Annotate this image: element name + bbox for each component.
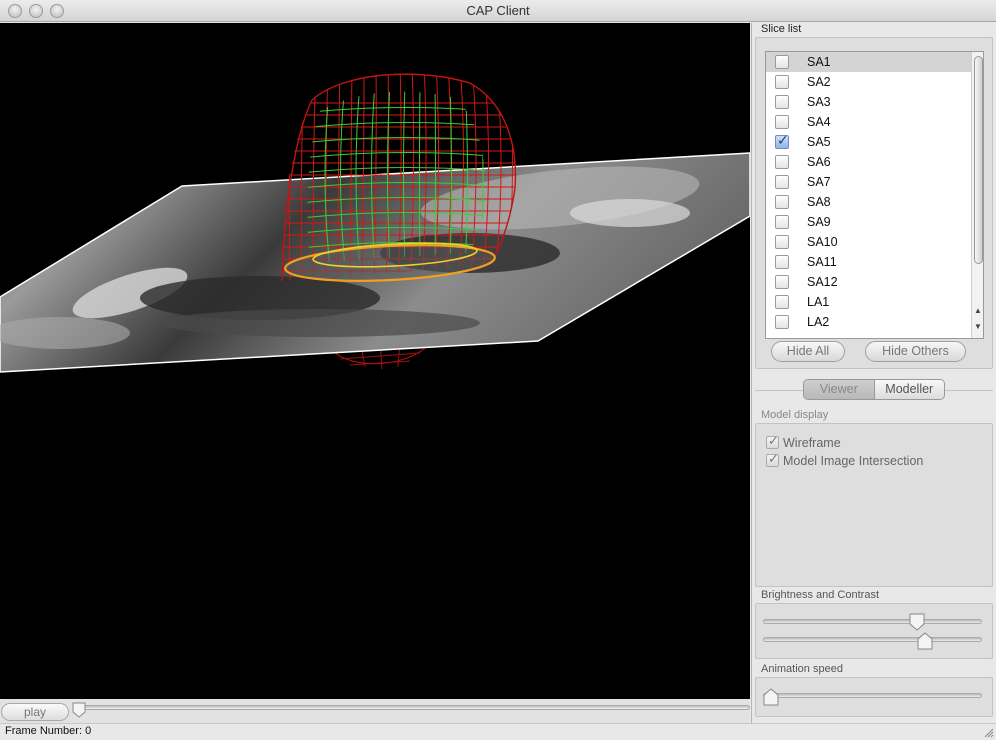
slice-list-item[interactable]: SA3 bbox=[766, 92, 971, 112]
window-title-bar: CAP Client bbox=[0, 0, 996, 22]
slice-list-item[interactable]: SA6 bbox=[766, 152, 971, 172]
slice-visibility-checkbox[interactable] bbox=[775, 295, 789, 309]
intersection-checkbox[interactable]: ✓ bbox=[766, 451, 779, 467]
brightness-contrast-group bbox=[755, 603, 993, 659]
slice-list-item[interactable]: LA2 bbox=[766, 312, 971, 332]
scroll-down-arrow-icon[interactable]: ▼ bbox=[974, 322, 982, 331]
intersection-option[interactable]: ✓ Model Image Intersection bbox=[766, 451, 924, 468]
tab-modeller[interactable]: Modeller bbox=[874, 380, 944, 399]
slice-visibility-checkbox[interactable] bbox=[775, 195, 789, 209]
mode-tabs: Viewer Modeller bbox=[803, 379, 945, 400]
slice-label: SA12 bbox=[807, 275, 838, 289]
slice-visibility-checkbox[interactable] bbox=[775, 275, 789, 289]
frame-number-label: Frame Number: 0 bbox=[5, 725, 92, 737]
slice-visibility-checkbox[interactable]: ✓ bbox=[775, 132, 789, 149]
slice-label: SA1 bbox=[807, 55, 831, 69]
3d-scene[interactable] bbox=[0, 23, 750, 699]
slice-visibility-checkbox[interactable] bbox=[775, 95, 789, 109]
intersection-label: Model Image Intersection bbox=[783, 454, 924, 468]
slice-list-item[interactable]: SA8 bbox=[766, 192, 971, 212]
slice-label: SA2 bbox=[807, 75, 831, 89]
slice-list-item[interactable]: SA7 bbox=[766, 172, 971, 192]
slice-label: SA7 bbox=[807, 175, 831, 189]
wireframe-checkbox[interactable]: ✓ bbox=[766, 433, 779, 449]
slice-visibility-checkbox[interactable] bbox=[775, 55, 789, 69]
brightness-slider-thumb[interactable] bbox=[909, 613, 925, 631]
3d-viewport[interactable] bbox=[0, 23, 750, 699]
slice-visibility-checkbox[interactable] bbox=[775, 75, 789, 89]
tab-viewer[interactable]: Viewer bbox=[804, 380, 875, 399]
slice-list-item[interactable]: SA11 bbox=[766, 252, 971, 272]
hide-all-button[interactable]: Hide All bbox=[771, 341, 845, 362]
slice-label: LA1 bbox=[807, 295, 830, 309]
brightness-slider-track[interactable] bbox=[763, 619, 982, 624]
slice-label: SA10 bbox=[807, 235, 838, 249]
slice-label: SA5 bbox=[807, 135, 831, 149]
animation-speed-title: Animation speed bbox=[761, 663, 843, 675]
slice-visibility-checkbox[interactable] bbox=[775, 235, 789, 249]
slice-list-item[interactable]: SA10 bbox=[766, 232, 971, 252]
slice-visibility-checkbox[interactable] bbox=[775, 175, 789, 189]
animation-speed-slider-track[interactable] bbox=[763, 693, 982, 698]
slice-label: SA8 bbox=[807, 195, 831, 209]
animation-speed-slider-thumb[interactable] bbox=[763, 688, 779, 706]
window-title: CAP Client bbox=[466, 3, 530, 18]
slice-list-title: Slice list bbox=[761, 23, 802, 35]
slice-label: SA11 bbox=[807, 255, 837, 269]
resize-grip-icon[interactable] bbox=[982, 726, 994, 738]
frame-slider-thumb[interactable] bbox=[71, 702, 87, 718]
slice-visibility-checkbox[interactable] bbox=[775, 215, 789, 229]
slice-list[interactable]: LA2 LA1 SA12 SA11 SA10 SA9 SA8 SA7 SA6 ✓ SA5 SA4 SA3… bbox=[765, 51, 984, 339]
contrast-slider-thumb[interactable] bbox=[917, 632, 933, 650]
play-button[interactable]: play bbox=[1, 703, 69, 721]
slice-list-item[interactable]: SA9 bbox=[766, 212, 971, 232]
playback-bar: play bbox=[0, 699, 750, 723]
slice-label: SA3 bbox=[807, 95, 831, 109]
slice-label: LA2 bbox=[807, 315, 830, 329]
slice-label: SA4 bbox=[807, 115, 831, 129]
hide-others-button[interactable]: Hide Others bbox=[865, 341, 966, 362]
frame-slider-track[interactable] bbox=[76, 705, 750, 710]
contrast-slider-track[interactable] bbox=[763, 637, 982, 642]
scrollbar-thumb[interactable] bbox=[974, 56, 983, 264]
checkmark-icon: ✓ bbox=[777, 132, 789, 148]
slice-list-scrollbar[interactable]: ▲ ▼ bbox=[971, 52, 983, 338]
slice-label: SA6 bbox=[807, 155, 831, 169]
slice-visibility-checkbox[interactable] bbox=[775, 155, 789, 169]
slice-list-item[interactable]: SA12 bbox=[766, 272, 971, 292]
slice-visibility-checkbox[interactable] bbox=[775, 115, 789, 129]
side-panel: Slice list LA2 LA1 SA12 SA11 SA10 SA9 SA8 SA7 SA… bbox=[751, 23, 996, 723]
status-bar: Frame Number: 0 bbox=[0, 723, 996, 740]
slice-list-item[interactable]: LA1 bbox=[766, 292, 971, 312]
brightness-contrast-title: Brightness and Contrast bbox=[761, 589, 880, 601]
slice-visibility-checkbox[interactable] bbox=[775, 255, 789, 269]
wireframe-label: Wireframe bbox=[783, 436, 841, 450]
slice-visibility-checkbox[interactable] bbox=[775, 315, 789, 329]
scroll-up-arrow-icon[interactable]: ▲ bbox=[974, 306, 982, 315]
model-display-title: Model display bbox=[761, 409, 829, 421]
slice-label: SA9 bbox=[807, 215, 831, 229]
slice-list-item[interactable]: SA1 bbox=[766, 52, 971, 72]
wireframe-option[interactable]: ✓ Wireframe bbox=[766, 433, 841, 450]
slice-list-item[interactable]: SA4 bbox=[766, 112, 971, 132]
slice-list-item[interactable]: ✓ SA5 bbox=[766, 132, 971, 152]
slice-list-item[interactable]: SA2 bbox=[766, 72, 971, 92]
